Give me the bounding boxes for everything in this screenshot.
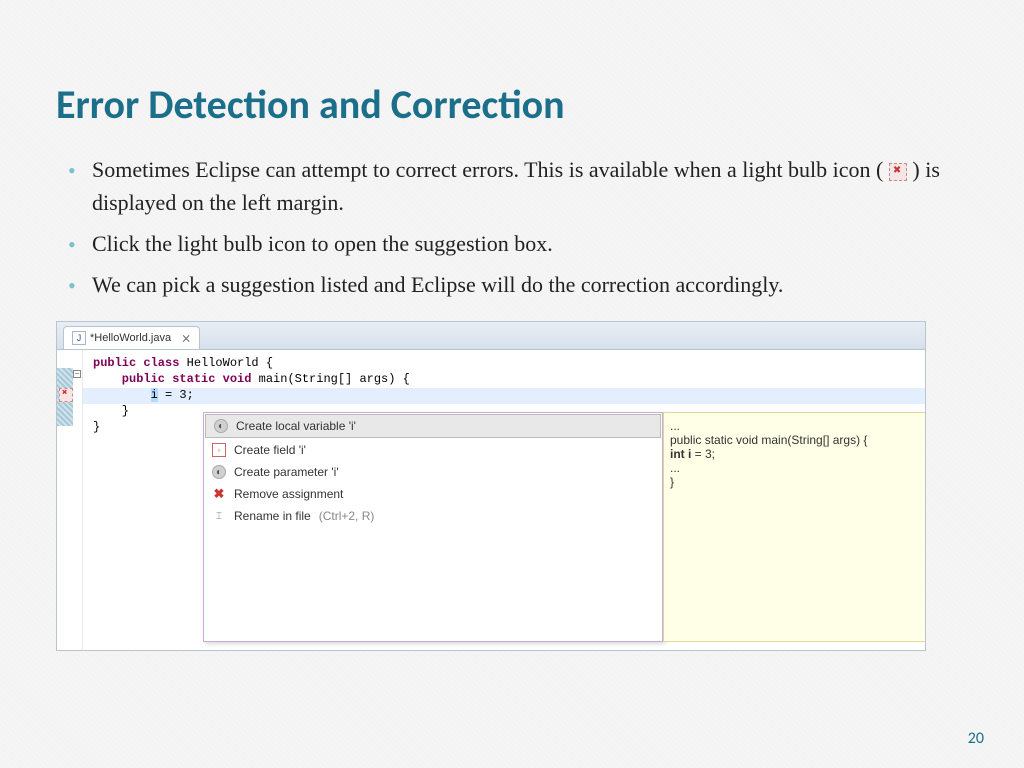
local-var-icon: ◐: [214, 419, 228, 433]
code-area[interactable]: public class HelloWorld { public static …: [83, 350, 925, 650]
slide-title: Error Detection and Correction: [56, 80, 968, 129]
editor-body: − public class HelloWorld { public stati…: [57, 350, 925, 650]
quickfix-popup: ◐ Create local variable 'i' ▫ Create fie…: [203, 412, 663, 642]
code-line: public class HelloWorld {: [93, 356, 925, 372]
quickfix-label: Create local variable 'i': [236, 419, 356, 433]
java-file-icon: J: [72, 331, 86, 345]
quickfix-label: Create parameter 'i': [234, 465, 339, 479]
quickfix-item[interactable]: ✖ Remove assignment: [204, 483, 662, 505]
code-line-highlighted: i = 3;: [83, 388, 926, 404]
remove-icon: ✖: [212, 487, 226, 501]
quickfix-preview: ... public static void main(String[] arg…: [663, 412, 926, 642]
quickfix-lightbulb-icon[interactable]: [59, 388, 73, 402]
quickfix-label: Rename in file: [234, 509, 311, 523]
tab-filename: *HelloWorld.java: [90, 332, 171, 344]
eclipse-editor: J *HelloWorld.java ⨯ − public class Hell…: [56, 321, 926, 651]
quickfix-item[interactable]: ⌶ Rename in file (Ctrl+2, R): [204, 505, 662, 527]
bullet-item: We can pick a suggestion listed and Ecli…: [92, 268, 968, 301]
rename-icon: ⌶: [212, 509, 226, 523]
quickfix-shortcut: (Ctrl+2, R): [319, 509, 375, 523]
editor-gutter: −: [57, 350, 83, 650]
bullet-list: Sometimes Eclipse can attempt to correct…: [56, 153, 968, 301]
parameter-icon: ◐: [212, 465, 226, 479]
code-line: public static void main(String[] args) {: [93, 372, 925, 388]
slide: Error Detection and Correction Sometimes…: [0, 0, 1024, 768]
quickfix-label: Create field 'i': [234, 443, 306, 457]
editor-tab[interactable]: J *HelloWorld.java ⨯: [63, 326, 200, 349]
field-icon: ▫: [212, 443, 226, 457]
close-icon[interactable]: ⨯: [175, 331, 191, 345]
page-number: 20: [968, 729, 984, 748]
quickfix-label: Remove assignment: [234, 487, 343, 501]
bullet-item: Sometimes Eclipse can attempt to correct…: [92, 153, 968, 219]
fold-collapse-icon[interactable]: −: [73, 370, 81, 378]
bullet-text-pre: Sometimes Eclipse can attempt to correct…: [92, 157, 889, 182]
editor-tabbar: J *HelloWorld.java ⨯: [57, 322, 925, 350]
lightbulb-icon: [889, 163, 907, 181]
quickfix-item[interactable]: ◐ Create parameter 'i': [204, 461, 662, 483]
bullet-item: Click the light bulb icon to open the su…: [92, 227, 968, 260]
quickfix-item[interactable]: ▫ Create field 'i': [204, 439, 662, 461]
quickfix-item[interactable]: ◐ Create local variable 'i': [205, 414, 661, 438]
